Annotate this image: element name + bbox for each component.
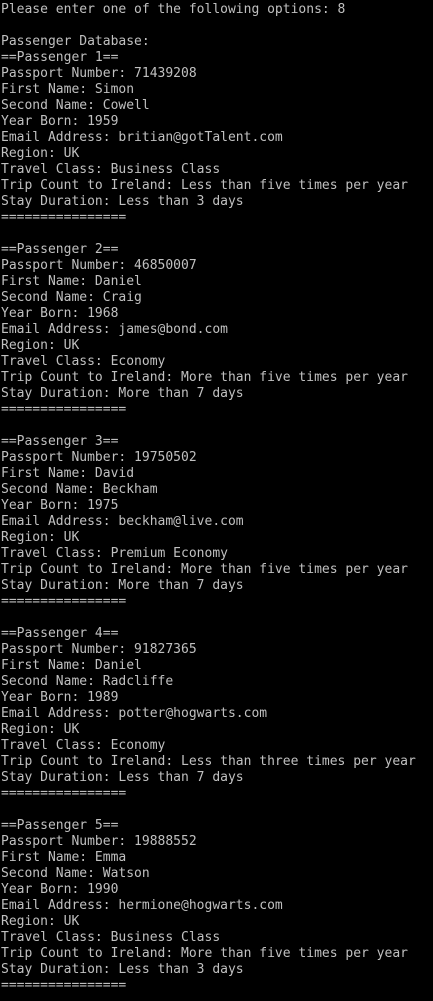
year-born: Year Born: 1989: [1, 690, 119, 705]
passenger-header: ==Passenger 2==: [1, 242, 119, 257]
separator: ================: [1, 594, 127, 609]
passenger-record-5: ==Passenger 5== Passport Number: 1988855…: [0, 818, 433, 994]
travel-class: Travel Class: Economy: [1, 738, 166, 753]
first-name: First Name: David: [1, 466, 135, 481]
region: Region: UK: [1, 530, 80, 545]
passport-number: Passport Number: 19888552: [1, 834, 197, 849]
second-name: Second Name: Radcliffe: [1, 674, 174, 689]
second-name: Second Name: Beckham: [1, 482, 158, 497]
passenger-header: ==Passenger 1==: [1, 50, 119, 65]
database-title: Passenger Database:: [1, 34, 150, 49]
trip-count: Trip Count to Ireland: Less than three t…: [1, 754, 416, 769]
region: Region: UK: [1, 146, 80, 161]
region: Region: UK: [1, 722, 80, 737]
travel-class: Travel Class: Economy: [1, 354, 166, 369]
travel-class: Travel Class: Premium Economy: [1, 546, 228, 561]
first-name: First Name: Simon: [1, 82, 135, 97]
region: Region: UK: [1, 914, 80, 929]
trip-count: Trip Count to Ireland: More than five ti…: [1, 562, 408, 577]
region: Region: UK: [1, 338, 80, 353]
stay-duration: Stay Duration: Less than 3 days: [1, 962, 244, 977]
second-name: Second Name: Watson: [1, 866, 150, 881]
passport-number: Passport Number: 19750502: [1, 450, 197, 465]
year-born: Year Born: 1959: [1, 114, 119, 129]
first-name: First Name: Daniel: [1, 274, 142, 289]
separator: ================: [1, 210, 127, 225]
passenger-record-2: ==Passenger 2== Passport Number: 4685000…: [0, 242, 433, 418]
separator: ================: [1, 786, 127, 801]
stay-duration: Stay Duration: More than 7 days: [1, 386, 244, 401]
passenger-header: ==Passenger 5==: [1, 818, 119, 833]
year-born: Year Born: 1975: [1, 498, 119, 513]
passport-number: Passport Number: 46850007: [1, 258, 197, 273]
stay-duration: Stay Duration: Less than 7 days: [1, 770, 244, 785]
first-name: First Name: Daniel: [1, 658, 142, 673]
passenger-record-3: ==Passenger 3== Passport Number: 1975050…: [0, 434, 433, 610]
prompt-line: Please enter one of the following option…: [1, 2, 346, 17]
stay-duration: Stay Duration: More than 7 days: [1, 578, 244, 593]
email-address: Email Address: james@bond.com: [1, 322, 228, 337]
stay-duration: Stay Duration: Less than 3 days: [1, 194, 244, 209]
year-born: Year Born: 1990: [1, 882, 119, 897]
email-address: Email Address: potter@hogwarts.com: [1, 706, 268, 721]
passport-number: Passport Number: 91827365: [1, 642, 197, 657]
email-address: Email Address: britian@gotTalent.com: [1, 130, 283, 145]
second-name: Second Name: Cowell: [1, 98, 150, 113]
trip-count: Trip Count to Ireland: More than five ti…: [1, 370, 408, 385]
trip-count: Trip Count to Ireland: More than five ti…: [1, 946, 408, 961]
trip-count: Trip Count to Ireland: Less than five ti…: [1, 178, 408, 193]
passenger-header: ==Passenger 4==: [1, 626, 119, 641]
email-address: Email Address: beckham@live.com: [1, 514, 244, 529]
passenger-header: ==Passenger 3==: [1, 434, 119, 449]
separator: ================: [1, 402, 127, 417]
travel-class: Travel Class: Business Class: [1, 162, 221, 177]
first-name: First Name: Emma: [1, 850, 127, 865]
separator: ================: [1, 978, 127, 993]
passenger-record-1: ==Passenger 1== Passport Number: 7143920…: [0, 50, 433, 226]
email-address: Email Address: hermione@hogwarts.com: [1, 898, 283, 913]
passenger-record-4: ==Passenger 4== Passport Number: 9182736…: [0, 626, 433, 802]
passport-number: Passport Number: 71439208: [1, 66, 197, 81]
travel-class: Travel Class: Business Class: [1, 930, 221, 945]
console-window[interactable]: Please enter one of the following option…: [0, 0, 433, 1001]
second-name: Second Name: Craig: [1, 290, 142, 305]
year-born: Year Born: 1968: [1, 306, 119, 321]
